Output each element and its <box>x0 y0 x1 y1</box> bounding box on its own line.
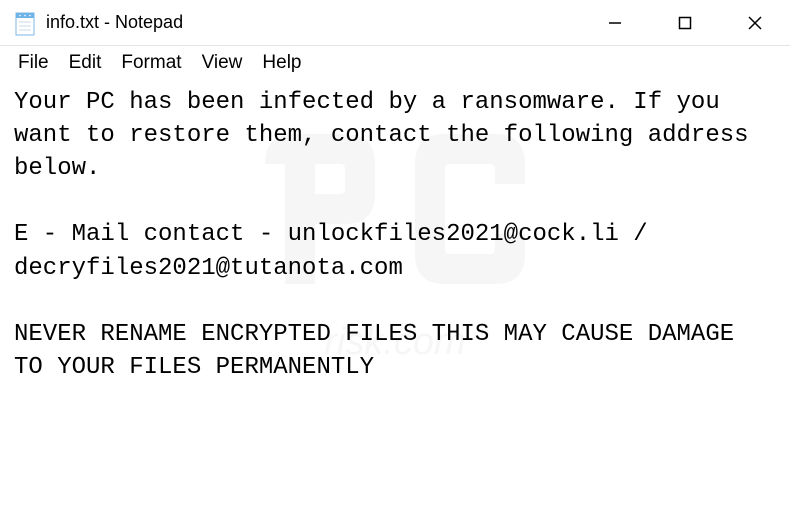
maximize-button[interactable] <box>650 0 720 46</box>
menu-format[interactable]: Format <box>113 50 189 76</box>
minimize-icon <box>607 15 623 31</box>
menubar: File Edit Format View Help <box>0 46 790 82</box>
maximize-icon <box>677 15 693 31</box>
close-icon <box>746 14 764 32</box>
minimize-button[interactable] <box>580 0 650 46</box>
window-controls <box>580 0 790 45</box>
menu-view[interactable]: View <box>194 50 251 76</box>
window-titlebar: info.txt - Notepad <box>0 0 790 46</box>
menu-edit[interactable]: Edit <box>61 50 110 76</box>
menu-help[interactable]: Help <box>254 50 309 76</box>
close-button[interactable] <box>720 0 790 46</box>
window-title: info.txt - Notepad <box>46 12 183 33</box>
text-editor-area[interactable]: Your PC has been infected by a ransomwar… <box>0 82 790 388</box>
notepad-icon <box>14 10 36 36</box>
menu-file[interactable]: File <box>10 50 57 76</box>
